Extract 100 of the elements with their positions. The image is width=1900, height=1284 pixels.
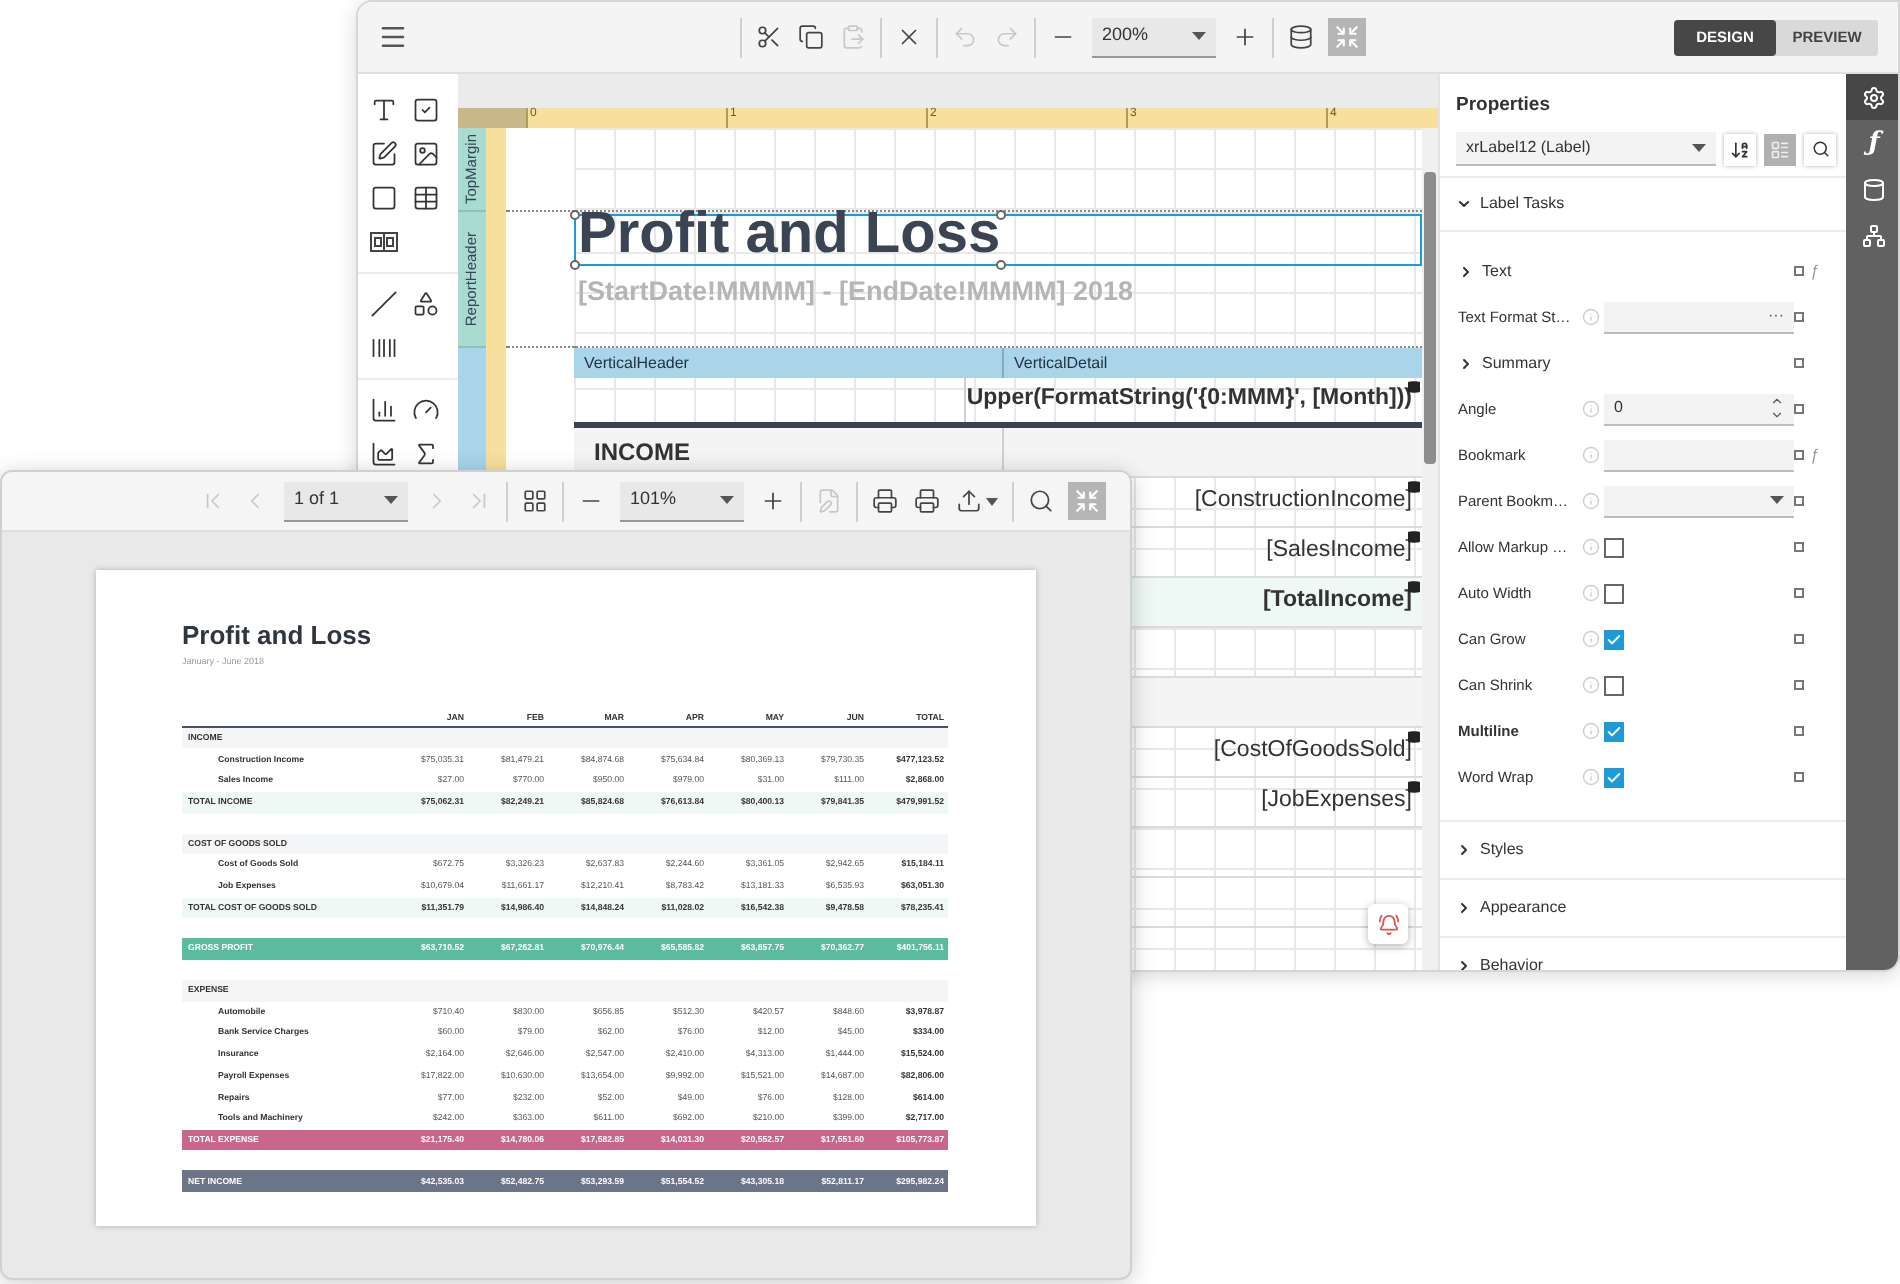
line-icon <box>370 290 398 318</box>
tree-icon <box>1862 223 1886 247</box>
search-icon <box>1811 140 1829 159</box>
redo-icon <box>994 24 1020 50</box>
cylinder-icon <box>1862 177 1886 201</box>
search-icon <box>1028 488 1054 514</box>
selection-handle[interactable] <box>996 260 1006 270</box>
field-expression: [CostOfGoodsSold] <box>1213 736 1412 767</box>
checkbox[interactable] <box>1604 537 1624 558</box>
scrollbar[interactable] <box>1422 128 1438 970</box>
bar-chart-icon <box>370 396 398 424</box>
selection-handle[interactable] <box>570 210 580 220</box>
section-header[interactable]: Behavior <box>1480 954 1544 970</box>
field-expression: [TotalIncome] <box>1262 586 1412 617</box>
field-expression: [JobExpenses] <box>1261 786 1412 817</box>
caret-icon <box>720 496 734 504</box>
data-binding-icon <box>1408 530 1420 544</box>
ellipsis-button[interactable]: ··· <box>1768 304 1784 329</box>
zoom-select[interactable]: 200% <box>1092 17 1216 57</box>
undo-icon <box>952 24 978 50</box>
section-header[interactable]: Label Tasks <box>1480 192 1565 217</box>
expand-icon[interactable] <box>1456 958 1472 970</box>
sort-button[interactable] <box>1724 133 1756 166</box>
cut-icon <box>756 24 782 50</box>
zoom-select[interactable]: 1 of 1 <box>284 481 408 521</box>
checkbox-icon <box>412 96 440 124</box>
property-marker[interactable] <box>1794 312 1804 323</box>
expand-icon[interactable] <box>1456 900 1472 917</box>
vertical-ruler <box>486 348 506 470</box>
edit-icon <box>370 140 398 168</box>
notification-button[interactable] <box>1368 904 1408 944</box>
panel-icon <box>370 184 398 212</box>
caret-icon <box>1692 144 1706 153</box>
delete-icon <box>896 24 922 50</box>
select-field[interactable] <box>1604 485 1794 518</box>
field-expression: Upper(FormatString('{0:MMM}', [Month])) <box>966 384 1412 415</box>
data-binding-icon <box>1408 480 1420 494</box>
data-binding-icon <box>1408 780 1420 794</box>
ruler-margin <box>458 108 526 128</box>
caret-icon <box>1192 32 1206 40</box>
caret-icon <box>1770 496 1784 505</box>
area-chart-icon <box>370 440 398 468</box>
sigma-icon <box>412 440 440 468</box>
print-icon <box>872 488 898 514</box>
checkbox[interactable] <box>1604 629 1624 650</box>
barcode-icon <box>370 334 398 362</box>
property-group[interactable]: Text <box>1482 259 1512 284</box>
property-marker[interactable] <box>1794 496 1804 507</box>
property-marker[interactable] <box>1794 450 1804 461</box>
search-button[interactable] <box>1804 133 1836 166</box>
property-marker[interactable] <box>1794 772 1804 783</box>
property-marker[interactable] <box>1794 358 1804 369</box>
spin-up-icon <box>1770 394 1784 409</box>
text-field[interactable]: ··· <box>1604 301 1794 334</box>
property-marker[interactable] <box>1794 634 1804 645</box>
section-header[interactable]: Styles <box>1480 838 1524 863</box>
selection-handle[interactable] <box>996 210 1006 220</box>
checkbox[interactable] <box>1604 721 1624 742</box>
property-marker[interactable] <box>1794 726 1804 737</box>
expand-icon[interactable] <box>1456 842 1472 859</box>
database-check-icon <box>1288 24 1314 50</box>
data-binding-icon <box>1408 380 1420 394</box>
section-header[interactable]: Appearance <box>1480 896 1567 921</box>
character-comb-icon <box>370 232 398 252</box>
sort-alphabetical-icon <box>1730 139 1750 160</box>
selection-handle[interactable] <box>570 260 580 270</box>
text-field[interactable] <box>1604 439 1794 472</box>
categories-icon <box>1770 139 1790 160</box>
title-label[interactable]: Profit and Loss <box>574 214 1422 266</box>
zoom-select[interactable]: 101% <box>620 481 744 521</box>
edit-fields-icon <box>816 488 842 514</box>
check-icon <box>1606 769 1622 786</box>
multipage-icon <box>522 488 548 514</box>
panel-title: Properties <box>1454 92 1552 120</box>
number-field[interactable]: 0 <box>1604 393 1794 426</box>
data-binding-icon <box>1408 730 1420 744</box>
collapse-icon[interactable] <box>1456 196 1472 213</box>
menu-icon <box>378 22 408 52</box>
expand-icon[interactable] <box>1458 355 1474 372</box>
property-marker[interactable] <box>1794 588 1804 599</box>
copy-icon <box>798 24 824 50</box>
property-group[interactable]: Summary <box>1482 351 1551 376</box>
property-marker[interactable] <box>1794 266 1804 277</box>
shapes-icon <box>412 290 440 318</box>
spin-down-icon <box>1770 408 1784 423</box>
side-tab[interactable] <box>1846 74 1898 120</box>
checkbox[interactable] <box>1604 767 1624 788</box>
zoom-in-icon <box>1232 24 1258 50</box>
checkbox[interactable] <box>1604 675 1624 696</box>
paste-icon <box>840 24 866 50</box>
field-expression: [ConstructionIncome] <box>1194 486 1412 517</box>
check-icon <box>1606 631 1622 648</box>
expand-icon[interactable] <box>1458 263 1474 280</box>
band-label: INCOME <box>594 436 690 470</box>
component-select[interactable]: xrLabel12 (Label) <box>1456 132 1716 167</box>
property-marker[interactable] <box>1794 404 1804 415</box>
property-marker[interactable] <box>1794 680 1804 691</box>
checkbox[interactable] <box>1604 583 1624 604</box>
property-marker[interactable] <box>1794 542 1804 553</box>
fullscreen-icon <box>1074 488 1100 514</box>
